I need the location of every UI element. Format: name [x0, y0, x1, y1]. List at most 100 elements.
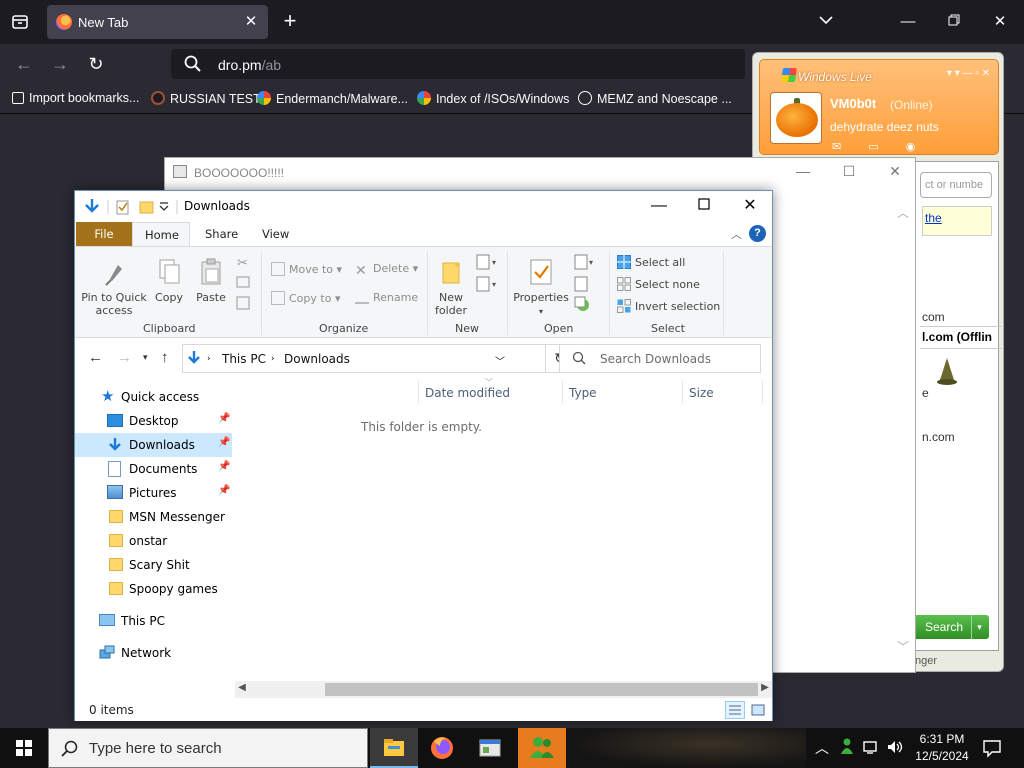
- scroll-down-icon[interactable]: ﹀: [897, 638, 909, 655]
- status-text[interactable]: (Online): [890, 98, 933, 112]
- close-window-icon[interactable]: ✕: [990, 12, 1010, 32]
- search-downloads-input[interactable]: Search Downloads: [559, 344, 761, 373]
- scroll-left-icon[interactable]: ◀: [235, 682, 249, 693]
- new-item-icon[interactable]: ▾ ▾: [475, 253, 503, 303]
- cut-icon[interactable]: ✂: [235, 253, 251, 313]
- tab-file[interactable]: File: [76, 222, 132, 246]
- tab-close-icon[interactable]: ✕: [242, 13, 260, 31]
- taskbar-file-explorer[interactable]: [370, 728, 418, 768]
- open-actions-icon[interactable]: ▾: [573, 253, 599, 313]
- copy-to-button[interactable]: Copy to ▾: [271, 291, 340, 305]
- url-bar[interactable]: dro.pm/ab: [171, 49, 745, 79]
- minimize-icon[interactable]: —: [647, 195, 671, 217]
- up-icon[interactable]: ↑: [161, 349, 169, 366]
- copy-button[interactable]: Copy: [153, 257, 185, 304]
- move-to-button[interactable]: Move to ▾: [271, 262, 342, 276]
- bookmark-endermanch[interactable]: Endermanch/Malware...: [257, 91, 408, 107]
- reload-icon[interactable]: ↻: [85, 53, 107, 75]
- column-date-modified[interactable]: Date modified: [425, 386, 510, 400]
- personal-message[interactable]: dehydrate deez nuts: [830, 120, 939, 134]
- restore-icon[interactable]: [944, 12, 964, 32]
- contact-item[interactable]: l.com (Offlin: [922, 330, 992, 344]
- nav-item-desktop[interactable]: Desktop 📌: [75, 409, 232, 433]
- contact-item[interactable]: n.com: [922, 430, 955, 444]
- taskbar-firefox[interactable]: [418, 728, 466, 768]
- invert-selection-button[interactable]: Invert selection: [617, 299, 720, 313]
- pin-to-quick-access-button[interactable]: Pin to Quick access: [81, 257, 147, 317]
- bookmark-russian-test[interactable]: RUSSIAN TEST: [151, 91, 261, 107]
- show-hidden-icons-icon[interactable]: ︿: [815, 738, 829, 758]
- maximize-icon[interactable]: [692, 195, 716, 217]
- firefox-view-icon[interactable]: [10, 12, 30, 32]
- minimize-icon[interactable]: —: [898, 12, 918, 32]
- forward-icon[interactable]: →: [117, 349, 132, 366]
- breadcrumb-chevron-icon[interactable]: ›: [271, 354, 275, 364]
- nav-item-network[interactable]: Network: [75, 641, 232, 665]
- large-icons-view-icon[interactable]: [748, 701, 768, 719]
- rename-button[interactable]: Rename: [355, 291, 418, 304]
- msn-window-controls[interactable]: ▾ ▾ — ▫ ✕: [947, 68, 990, 79]
- scrollbar-thumb[interactable]: [325, 683, 758, 696]
- msn-search-button[interactable]: Search ▾: [913, 615, 989, 639]
- column-size[interactable]: Size: [689, 386, 714, 400]
- maximize-icon[interactable]: ☐: [839, 163, 859, 183]
- tab-share[interactable]: Share: [193, 222, 250, 246]
- paste-button[interactable]: Paste: [193, 257, 229, 304]
- nav-item-onstar[interactable]: onstar: [75, 529, 232, 553]
- tab-new-tab[interactable]: New Tab ✕: [47, 5, 268, 39]
- delete-button[interactable]: ✕ Delete ▾: [355, 262, 418, 278]
- forward-icon[interactable]: →: [49, 53, 71, 75]
- breadcrumb-this-pc[interactable]: This PC: [222, 352, 266, 366]
- properties-button[interactable]: Properties ▾: [513, 257, 569, 318]
- new-folder-button[interactable]: New folder: [431, 257, 471, 317]
- nav-item-this-pc[interactable]: This PC: [75, 609, 232, 633]
- list-all-tabs-icon[interactable]: [816, 12, 836, 32]
- start-button[interactable]: [0, 728, 48, 768]
- contact-item[interactable]: com: [922, 310, 945, 324]
- breadcrumb-chevron-icon[interactable]: ›: [207, 354, 211, 364]
- taskbar-app-window[interactable]: [466, 728, 514, 768]
- help-icon[interactable]: ?: [749, 225, 766, 242]
- back-icon[interactable]: ←: [88, 349, 103, 366]
- notification-center-icon[interactable]: [982, 738, 1002, 758]
- horizontal-scrollbar[interactable]: ◀ ▶: [235, 681, 772, 698]
- nav-item-spoopy-games[interactable]: Spoopy games: [75, 577, 232, 601]
- breadcrumb-downloads[interactable]: Downloads: [284, 352, 350, 366]
- address-bar[interactable]: › This PC › Downloads ﹀: [182, 344, 546, 373]
- tab-view[interactable]: View: [250, 222, 301, 246]
- scroll-up-icon[interactable]: ︿: [897, 204, 909, 221]
- nav-item-scary-shit[interactable]: Scary Shit: [75, 553, 232, 577]
- select-all-button[interactable]: Select all: [617, 255, 685, 269]
- bookmark-memz[interactable]: MEMZ and Noescape ...: [578, 91, 732, 107]
- bookmark-import[interactable]: Import bookmarks...: [12, 91, 139, 107]
- select-none-button[interactable]: Select none: [617, 277, 700, 291]
- new-tab-button[interactable]: +: [280, 10, 300, 32]
- back-icon[interactable]: ←: [13, 53, 35, 75]
- msn-tip-link[interactable]: the: [925, 211, 942, 225]
- chevron-down-icon[interactable]: ﹀: [495, 353, 505, 368]
- avatar[interactable]: [770, 92, 822, 144]
- details-view-icon[interactable]: [725, 701, 745, 719]
- chevron-down-icon[interactable]: ▾: [971, 615, 987, 639]
- taskbar-search-box[interactable]: Type here to search: [48, 728, 368, 768]
- contact-item[interactable]: e: [922, 386, 929, 400]
- contact-search-input[interactable]: ct or numbe: [920, 172, 992, 198]
- file-explorer-window[interactable]: Downloads — ✕ File Home Share View ︿ ? P…: [74, 190, 773, 721]
- nav-item-downloads[interactable]: Downloads 📌: [75, 433, 232, 457]
- volume-icon[interactable]: [886, 738, 904, 759]
- bookmark-isos[interactable]: Index of /ISOs/Windows: [417, 91, 569, 107]
- mail-icon[interactable]: ✉ ▭ ◉: [832, 140, 927, 153]
- taskbar-clock[interactable]: 6:31 PM 12/5/2024: [912, 731, 972, 765]
- recent-locations-icon[interactable]: ▾: [143, 352, 148, 363]
- collapse-ribbon-icon[interactable]: ︿: [731, 226, 742, 242]
- column-type[interactable]: Type: [569, 386, 597, 400]
- nav-item-documents[interactable]: Documents 📌: [75, 457, 232, 481]
- nav-item-pictures[interactable]: Pictures 📌: [75, 481, 232, 505]
- taskbar-msn-messenger[interactable]: [518, 728, 566, 768]
- close-icon[interactable]: ✕: [738, 195, 762, 217]
- scroll-right-icon[interactable]: ▶: [758, 682, 772, 693]
- nav-item-quick-access[interactable]: ★ Quick access: [75, 385, 232, 409]
- tab-home[interactable]: Home: [132, 222, 190, 246]
- display-name[interactable]: VM0b0t: [830, 96, 876, 111]
- nav-item-msn-messenger[interactable]: MSN Messenger: [75, 505, 232, 529]
